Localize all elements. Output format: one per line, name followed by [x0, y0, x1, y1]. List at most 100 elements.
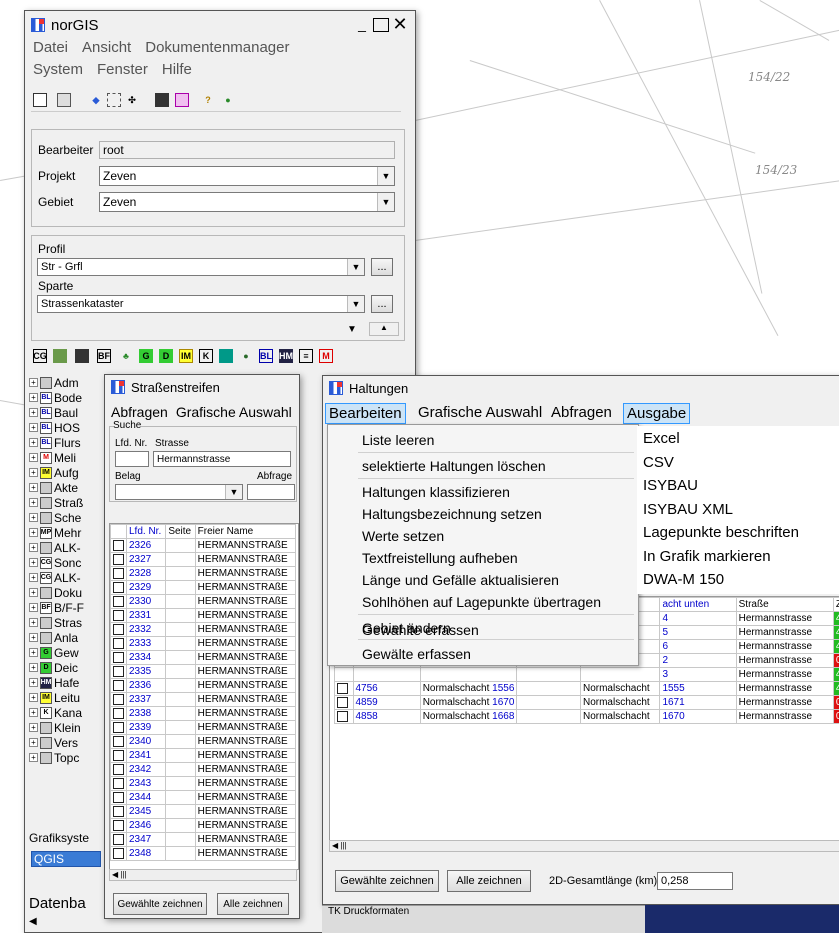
menu-fenster[interactable]: Fenster: [97, 61, 148, 83]
table-row[interactable]: 4859 Normalschacht 1670 Normalschacht 1671 H…: [334, 695, 839, 710]
tree-item[interactable]: + D Deic: [29, 660, 78, 675]
table-row[interactable]: 2329 HERMANNSTRAßE: [110, 580, 297, 595]
menu-item[interactable]: selektierte Haltungen löschen: [328, 455, 638, 477]
row-checkbox[interactable]: [110, 720, 127, 735]
table-row[interactable]: 2335 HERMANNSTRAßE: [110, 664, 297, 679]
tree-item[interactable]: + Sche: [29, 510, 81, 525]
table-row[interactable]: 2327 HERMANNSTRAßE: [110, 552, 297, 567]
close-icon[interactable]: ✕: [391, 15, 409, 33]
menu-system[interactable]: System: [33, 61, 83, 83]
table-row[interactable]: 2344 HERMANNSTRAßE: [110, 790, 297, 805]
expand-icon[interactable]: +: [29, 468, 38, 477]
maximize-icon[interactable]: [373, 18, 389, 32]
table-row[interactable]: 2330 HERMANNSTRAßE: [110, 594, 297, 609]
table-row[interactable]: 2345 HERMANNSTRAßE: [110, 804, 297, 819]
col-lfdnr[interactable]: Lfd. Nr.: [125, 524, 167, 539]
table-row[interactable]: 2346 HERMANNSTRAßE: [110, 818, 297, 833]
layers-icon[interactable]: [155, 93, 169, 107]
expand-icon[interactable]: +: [29, 618, 38, 627]
ausgabe-item[interactable]: Lagepunkte beschriften: [643, 524, 799, 541]
tree-item[interactable]: + IM Aufg: [29, 465, 79, 480]
expand-icon[interactable]: +: [29, 573, 38, 582]
expand-icon[interactable]: +: [29, 648, 38, 657]
new-document-icon[interactable]: [33, 93, 47, 107]
expand-icon[interactable]: +: [29, 393, 38, 402]
expand-icon[interactable]: +: [29, 738, 38, 747]
table-row[interactable]: 2347 HERMANNSTRAßE: [110, 832, 297, 847]
menu-item[interactable]: Sohlhöhen auf Lagepunkte übertragen: [328, 591, 638, 613]
table-row[interactable]: 2340 HERMANNSTRAßE: [110, 734, 297, 749]
row-checkbox[interactable]: [110, 580, 127, 595]
im-layer-icon[interactable]: IM: [179, 349, 193, 363]
row-checkbox[interactable]: [110, 790, 127, 805]
chevron-down-icon[interactable]: ▼: [347, 296, 364, 312]
expand-icon[interactable]: +: [29, 678, 38, 687]
tree-item[interactable]: + G Gew: [29, 645, 79, 660]
chevron-down-icon[interactable]: ▼: [225, 485, 242, 499]
row-checkbox[interactable]: [110, 692, 127, 707]
tree-item[interactable]: + Stras: [29, 615, 82, 630]
tree-item[interactable]: + Klein: [29, 720, 81, 735]
expand-icon[interactable]: +: [29, 663, 38, 672]
tree-item[interactable]: + CG ALK-: [29, 570, 81, 585]
expand-icon[interactable]: +: [29, 513, 38, 522]
menu-abfragen[interactable]: Abfragen: [551, 404, 612, 421]
row-checkbox[interactable]: [110, 748, 127, 763]
expand-icon[interactable]: +: [29, 753, 38, 762]
alle-zeichnen-button[interactable]: Alle zeichnen: [217, 893, 289, 915]
row-checkbox[interactable]: [110, 678, 127, 693]
list-layer-icon[interactable]: ≡: [299, 349, 313, 363]
alle-zeichnen-button[interactable]: Alle zeichnen: [447, 870, 531, 892]
g-layer-icon[interactable]: G: [139, 349, 153, 363]
tree-item[interactable]: + Adm: [29, 375, 79, 390]
menu-item[interactable]: Haltungen klassifizieren: [328, 481, 638, 503]
m-layer-icon[interactable]: M: [319, 349, 333, 363]
tree-item[interactable]: + BL HOS: [29, 420, 80, 435]
norgis-titlebar[interactable]: norGIS _ ✕: [25, 11, 415, 39]
menu-item[interactable]: Gewälte erfassen: [328, 643, 638, 665]
row-checkbox[interactable]: [110, 832, 127, 847]
horizontal-scrollbar[interactable]: ◀ |||: [329, 840, 839, 852]
row-checkbox[interactable]: [110, 566, 127, 581]
expand-icon[interactable]: +: [29, 423, 38, 432]
menu-item[interactable]: Liste leeren: [328, 429, 638, 451]
gewaehlte-zeichnen-button[interactable]: Gewählte zeichnen: [335, 870, 439, 892]
col-strasse[interactable]: Straße: [735, 597, 834, 612]
tree-item[interactable]: + BL Baul: [29, 405, 78, 420]
tree-item[interactable]: + HM Hafe: [29, 675, 79, 690]
ausgabe-item[interactable]: In Grafik markieren: [643, 548, 771, 565]
expand-icon[interactable]: +: [29, 528, 38, 537]
tree-item[interactable]: + BL Bode: [29, 390, 82, 405]
grid-layer-icon[interactable]: [53, 349, 67, 363]
help-icon[interactable]: ?: [201, 93, 215, 107]
tree-item[interactable]: + MP Mehr: [29, 525, 81, 540]
row-checkbox[interactable]: [110, 538, 127, 553]
scroll-left-icon[interactable]: ◀: [29, 916, 37, 927]
row-checkbox[interactable]: [110, 552, 127, 567]
ausgabe-item[interactable]: ISYBAU XML: [643, 501, 733, 518]
ausgabe-item[interactable]: DWA-M 150: [643, 571, 724, 588]
row-checkbox[interactable]: [334, 681, 354, 696]
row-checkbox[interactable]: [110, 818, 127, 833]
table-row[interactable]: 2342 HERMANNSTRAßE: [110, 762, 297, 777]
table-row[interactable]: 2326 HERMANNSTRAßE: [110, 538, 297, 553]
col-z[interactable]: Z: [832, 597, 839, 612]
ausgabe-item[interactable]: ISYBAU: [643, 477, 698, 494]
menu-item[interactable]: Länge und Gefälle aktualisieren: [328, 569, 638, 591]
row-checkbox[interactable]: [334, 709, 354, 724]
row-checkbox[interactable]: [110, 706, 127, 721]
tree-item[interactable]: + BF B/F-F: [29, 600, 84, 615]
chevron-down-icon[interactable]: ▼: [377, 193, 394, 211]
row-checkbox[interactable]: [110, 650, 127, 665]
table-row[interactable]: 2333 HERMANNSTRAßE: [110, 636, 297, 651]
tree-item[interactable]: + BL Flurs: [29, 435, 81, 450]
bl-layer-icon[interactable]: BL: [259, 349, 273, 363]
collapse-up-icon[interactable]: ▲: [369, 322, 399, 336]
profil-select[interactable]: Str - Grfl ▼: [37, 258, 365, 276]
expand-icon[interactable]: +: [29, 438, 38, 447]
d-layer-icon[interactable]: D: [159, 349, 173, 363]
menu-item[interactable]: Textfreistellung aufheben: [328, 547, 638, 569]
horizontal-scrollbar[interactable]: ◀ |||: [109, 869, 297, 881]
projekt-select[interactable]: Zeven ▼: [99, 166, 395, 186]
properties-icon[interactable]: [57, 93, 71, 107]
